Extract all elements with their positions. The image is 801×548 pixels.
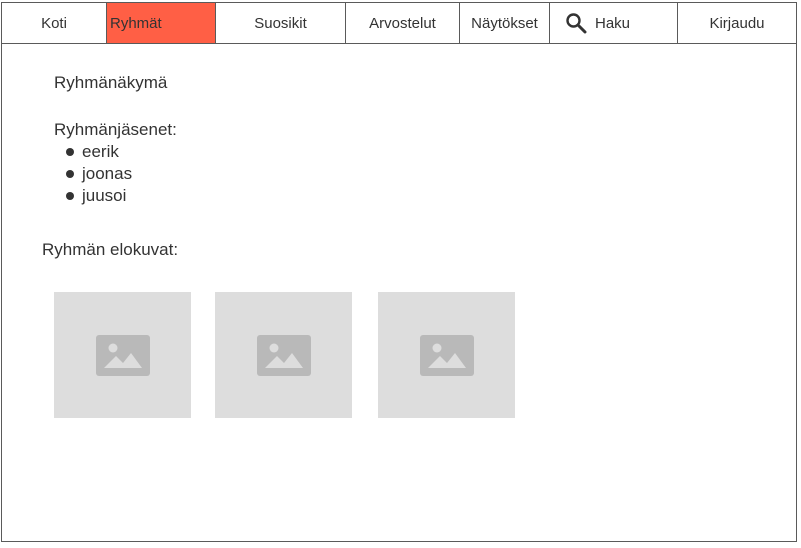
bullet-icon: [66, 170, 74, 178]
nav-item-haku[interactable]: Haku: [550, 3, 678, 43]
movie-poster[interactable]: [54, 292, 191, 418]
nav-item-arvostelut[interactable]: Arvostelut: [346, 3, 460, 43]
member-list: eerik joonas juusoi: [64, 141, 132, 207]
nav-item-kirjaudu[interactable]: Kirjaudu: [678, 3, 796, 43]
nav-item-label: Kirjaudu: [709, 14, 765, 32]
view-title: Ryhmänäkymä: [54, 73, 168, 92]
image-placeholder-icon: [419, 334, 474, 376]
list-item: eerik: [64, 141, 132, 163]
member-name: joonas: [82, 164, 133, 183]
bullet-icon: [66, 192, 74, 200]
list-item: juusoi: [64, 185, 132, 207]
nav-item-koti[interactable]: Koti: [2, 3, 107, 43]
top-navbar: Koti Ryhmät Suosikit Arvostelut Näytökse…: [2, 3, 796, 44]
nav-item-label: Koti: [41, 14, 67, 32]
member-name: juusoi: [82, 186, 127, 205]
movie-poster[interactable]: [378, 292, 515, 418]
nav-item-label: Ryhmät: [110, 14, 162, 32]
members-heading: Ryhmänjäsenet:: [54, 120, 177, 139]
image-placeholder-icon: [95, 334, 150, 376]
nav-item-label: Arvostelut: [369, 14, 436, 32]
nav-item-suosikit[interactable]: Suosikit: [216, 3, 346, 43]
movie-poster[interactable]: [215, 292, 352, 418]
nav-item-label: Suosikit: [254, 14, 307, 32]
search-icon: [565, 12, 587, 34]
movies-heading: Ryhmän elokuvat:: [42, 240, 179, 259]
nav-item-label: Haku: [595, 14, 631, 32]
bullet-icon: [66, 148, 74, 156]
member-name: eerik: [82, 142, 119, 161]
nav-item-ryhmat[interactable]: Ryhmät: [107, 3, 216, 43]
nav-item-label: Näytökset: [471, 14, 538, 32]
nav-item-naytokset[interactable]: Näytökset: [460, 3, 550, 43]
list-item: joonas: [64, 163, 132, 185]
app-frame: Koti Ryhmät Suosikit Arvostelut Näytökse…: [1, 2, 797, 542]
image-placeholder-icon: [256, 334, 311, 376]
